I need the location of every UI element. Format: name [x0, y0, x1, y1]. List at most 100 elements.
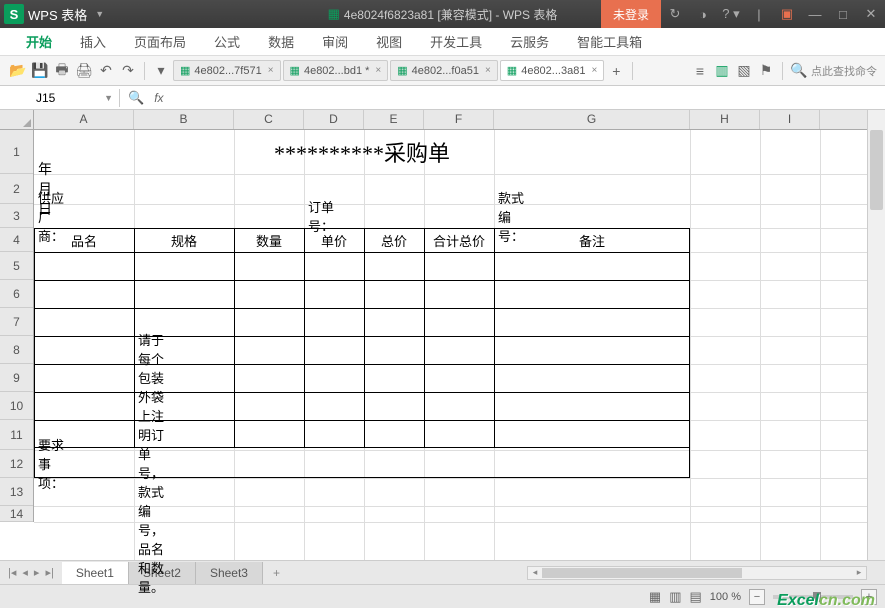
- status-bar: ▦ ▥ ▤ 100 % − +: [0, 584, 885, 608]
- nav-prev-icon[interactable]: ◂: [20, 566, 30, 579]
- flag-icon[interactable]: ⚑: [756, 61, 776, 81]
- horizontal-scrollbar[interactable]: ◂ ▸: [527, 566, 867, 580]
- title-bar: S WPS 表格 ▼ ▦ 4e8024f6823a81 [兼容模式] - WPS…: [0, 0, 885, 28]
- redo-icon[interactable]: ↷: [118, 61, 138, 81]
- scroll-right-icon[interactable]: ▸: [852, 567, 866, 578]
- close-icon[interactable]: ×: [375, 65, 381, 76]
- menu-smart-tools[interactable]: 智能工具箱: [563, 28, 656, 55]
- view-break-icon[interactable]: ▤: [690, 589, 702, 605]
- spreadsheet-grid[interactable]: ABCDEFGHI 1234567891011121314 **********…: [0, 110, 885, 560]
- menu-view[interactable]: 视图: [362, 28, 416, 55]
- menu-start[interactable]: 开始: [12, 28, 66, 55]
- row-header[interactable]: 14: [0, 506, 33, 522]
- column-header[interactable]: D: [304, 110, 364, 129]
- row-header[interactable]: 1: [0, 130, 33, 174]
- column-header[interactable]: H: [690, 110, 760, 129]
- menu-page-layout[interactable]: 页面布局: [120, 28, 200, 55]
- close-icon[interactable]: ×: [268, 65, 274, 76]
- view-page-icon[interactable]: ▥: [669, 589, 681, 605]
- select-all-corner[interactable]: [0, 110, 34, 130]
- function-wizard-icon[interactable]: 🔍: [128, 90, 144, 106]
- row-header[interactable]: 4: [0, 228, 33, 252]
- help-icon[interactable]: ? ▾: [717, 0, 745, 28]
- row-header[interactable]: 10: [0, 392, 33, 420]
- close-button[interactable]: ✕: [857, 0, 885, 28]
- row-header[interactable]: 2: [0, 174, 33, 204]
- app-menu-dropdown-icon[interactable]: ▼: [95, 9, 104, 19]
- nav-first-icon[interactable]: |◂: [6, 566, 18, 579]
- close-icon[interactable]: ×: [485, 65, 491, 76]
- doc-tab-icon: ▦: [290, 64, 300, 77]
- open-icon[interactable]: 📂: [8, 61, 28, 81]
- cells-area[interactable]: [34, 130, 867, 560]
- row-header[interactable]: 6: [0, 280, 33, 308]
- menu-data[interactable]: 数据: [254, 28, 308, 55]
- row-header[interactable]: 12: [0, 450, 33, 478]
- close-icon[interactable]: ×: [591, 65, 597, 76]
- login-button[interactable]: 未登录: [601, 0, 661, 28]
- vertical-scrollbar[interactable]: [867, 110, 885, 560]
- app-name: WPS 表格: [28, 5, 87, 24]
- column-header[interactable]: F: [424, 110, 494, 129]
- menu-dev-tools[interactable]: 开发工具: [416, 28, 496, 55]
- row-header[interactable]: 13: [0, 478, 33, 506]
- row-header[interactable]: 11: [0, 420, 33, 450]
- column-header[interactable]: A: [34, 110, 134, 129]
- add-tab-icon[interactable]: +: [606, 61, 626, 81]
- save-icon[interactable]: 💾: [30, 61, 50, 81]
- sheet-tab-1[interactable]: Sheet1: [62, 562, 129, 584]
- column-header[interactable]: G: [494, 110, 690, 129]
- zoom-out-button[interactable]: −: [749, 589, 765, 605]
- zoom-level[interactable]: 100 %: [710, 591, 741, 603]
- sheet-tab-3[interactable]: Sheet3: [196, 562, 263, 584]
- menu-insert[interactable]: 插入: [66, 28, 120, 55]
- menu-review[interactable]: 审阅: [308, 28, 362, 55]
- row-header[interactable]: 8: [0, 336, 33, 364]
- document-tab[interactable]: ▦4e802...bd1 *×: [283, 60, 389, 81]
- row-header[interactable]: 9: [0, 364, 33, 392]
- scrollbar-thumb[interactable]: [870, 130, 883, 210]
- print-preview-icon[interactable]: 🖶: [52, 61, 72, 81]
- view-normal-icon[interactable]: ▦: [649, 589, 661, 605]
- chevron-down-icon[interactable]: ▼: [104, 93, 113, 103]
- scrollbar-thumb[interactable]: [542, 568, 742, 578]
- column-header[interactable]: E: [364, 110, 424, 129]
- document-title: 4e8024f6823a81 [兼容模式] - WPS 表格: [344, 6, 557, 23]
- document-tab-active[interactable]: ▦4e802...3a81×: [500, 60, 604, 81]
- document-tab[interactable]: ▦4e802...f0a51×: [390, 60, 498, 81]
- doc-tab-icon: ▦: [397, 64, 407, 77]
- row-header[interactable]: 3: [0, 204, 33, 228]
- search-placeholder[interactable]: 点此查找命令: [811, 63, 877, 79]
- document-tab[interactable]: ▦4e802...7f571×: [173, 60, 281, 81]
- row-header[interactable]: 5: [0, 252, 33, 280]
- column-header[interactable]: C: [234, 110, 304, 129]
- sheet-tab-2[interactable]: Sheet2: [129, 562, 196, 584]
- scroll-left-icon[interactable]: ◂: [528, 567, 542, 578]
- nav-next-icon[interactable]: ▸: [32, 566, 42, 579]
- sheet-nav: |◂ ◂ ▸ ▸|: [0, 566, 62, 579]
- minimize-button[interactable]: —: [801, 0, 829, 28]
- menu-formula[interactable]: 公式: [200, 28, 254, 55]
- settings-icon[interactable]: ▧: [734, 61, 754, 81]
- undo-icon[interactable]: ↶: [96, 61, 116, 81]
- search-icon[interactable]: 🔍: [789, 61, 809, 81]
- doc-tab-label: 4e802...7f571: [194, 65, 261, 77]
- doc-tabs-dropdown-icon[interactable]: ▾: [151, 61, 171, 81]
- ribbon-toggle-icon[interactable]: ▣: [773, 0, 801, 28]
- nav-last-icon[interactable]: ▸|: [43, 566, 55, 579]
- row-header[interactable]: 7: [0, 308, 33, 336]
- row-headers: 1234567891011121314: [0, 130, 34, 522]
- add-sheet-button[interactable]: +: [263, 562, 290, 584]
- name-box[interactable]: ▼: [30, 89, 120, 107]
- print-icon[interactable]: 🖨: [74, 61, 94, 81]
- sync-icon[interactable]: ↻: [661, 0, 689, 28]
- skin-icon[interactable]: ◑: [689, 0, 717, 28]
- maximize-button[interactable]: □: [829, 0, 857, 28]
- menu-cloud[interactable]: 云服务: [496, 28, 563, 55]
- column-header[interactable]: B: [134, 110, 234, 129]
- cloud-icon[interactable]: ▥: [712, 61, 732, 81]
- list-icon[interactable]: ≡: [690, 61, 710, 81]
- fx-label[interactable]: fx: [154, 91, 163, 105]
- column-header[interactable]: I: [760, 110, 820, 129]
- cell-reference-input[interactable]: [36, 91, 96, 105]
